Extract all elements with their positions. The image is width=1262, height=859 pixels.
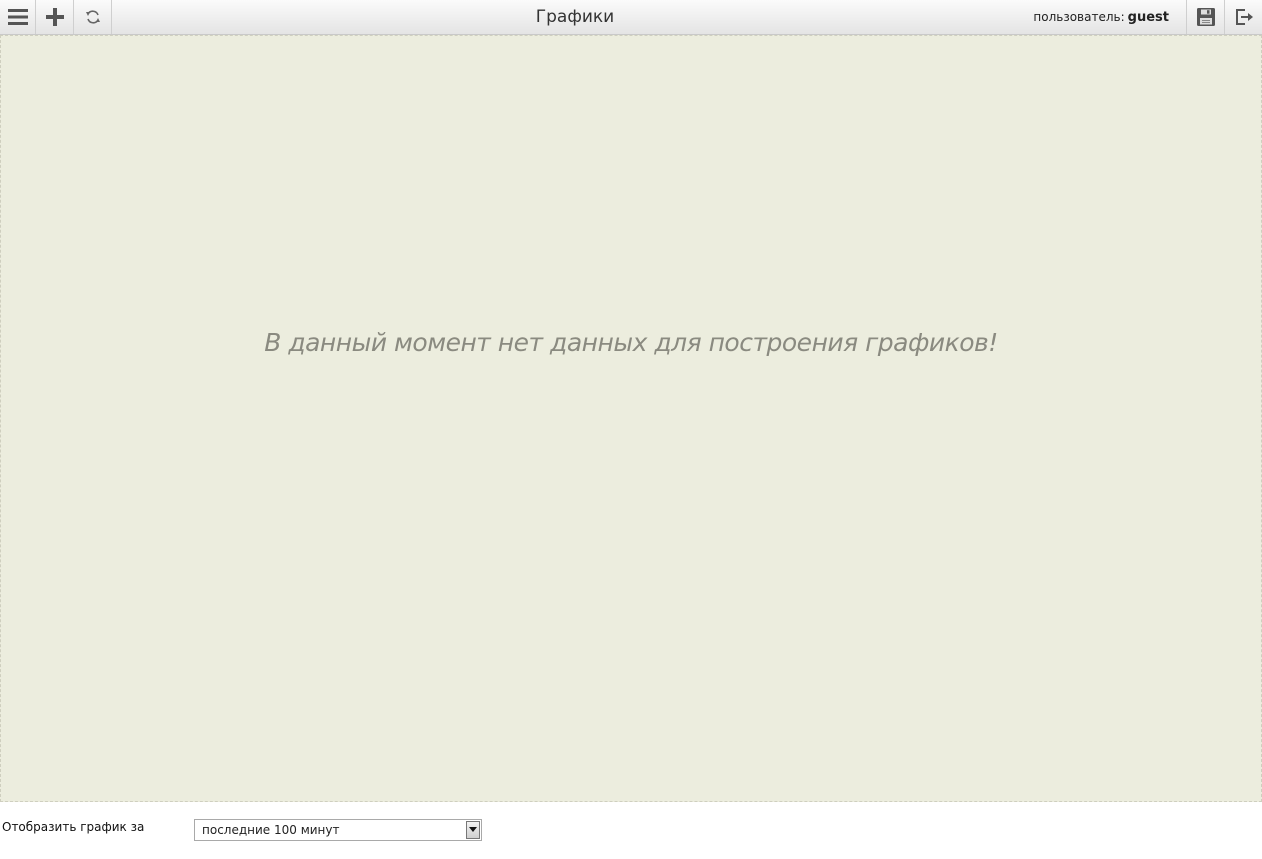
period-select[interactable]: последние 100 минут bbox=[194, 819, 482, 841]
user-name: guest bbox=[1127, 9, 1169, 25]
logout-button[interactable] bbox=[1224, 0, 1262, 34]
user-info: пользователь: guest bbox=[1033, 0, 1169, 34]
no-data-message: В данный момент нет данных для построени… bbox=[264, 328, 998, 357]
top-toolbar: Графики пользователь: guest bbox=[0, 0, 1262, 35]
period-select-value: последние 100 минут bbox=[202, 823, 340, 837]
save-button[interactable] bbox=[1186, 0, 1224, 34]
period-label: Отобразить график за bbox=[2, 820, 145, 834]
save-icon bbox=[1196, 8, 1215, 26]
chevron-down-icon[interactable] bbox=[466, 821, 480, 839]
chart-area: В данный момент нет данных для построени… bbox=[0, 35, 1262, 802]
page-title: Графики bbox=[535, 7, 615, 27]
user-label: пользователь: bbox=[1033, 10, 1125, 24]
logout-icon bbox=[1235, 9, 1253, 25]
